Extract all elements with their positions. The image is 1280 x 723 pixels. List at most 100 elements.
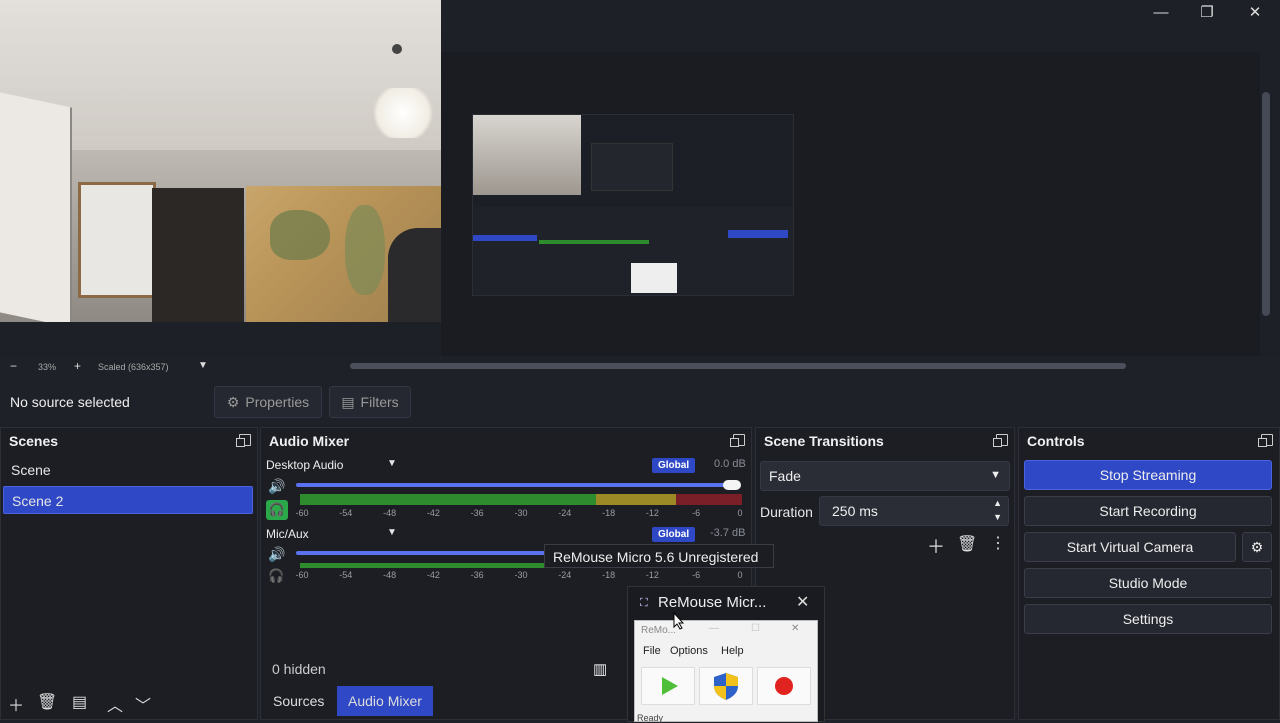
scene-item[interactable]: Scene	[3, 456, 253, 484]
remouse-taskbar-title: ReMouse Micr...	[658, 594, 767, 611]
chevron-down-icon[interactable]: ▼	[387, 527, 397, 538]
meter-tick-label: -18	[602, 508, 616, 518]
chevron-up-icon[interactable]: ▲	[993, 498, 1002, 508]
undock-icon[interactable]	[1258, 434, 1273, 447]
mixer-layout-icon[interactable]: ▥	[593, 660, 607, 678]
filters-label: Filters	[360, 394, 399, 410]
move-down-icon[interactable]: ﹀	[135, 692, 151, 716]
properties-label: Properties	[245, 394, 310, 410]
db-readout: 0.0 dB	[714, 458, 746, 470]
play-button[interactable]	[641, 667, 695, 705]
scene-label: Scene 2	[12, 493, 64, 509]
move-up-icon[interactable]: ︿	[107, 692, 123, 716]
meter-tick-label: -30	[514, 508, 528, 518]
menu-help[interactable]: Help	[721, 645, 744, 657]
tab-label: Sources	[273, 693, 325, 709]
add-transition-icon[interactable]: ＋	[927, 533, 945, 559]
remouse-app-icon: ⛶	[640, 597, 648, 609]
meter-tick-label: -6	[692, 508, 701, 518]
transition-select[interactable]: Fade ▼	[760, 461, 1010, 491]
close-window-button[interactable]: ✕	[1232, 0, 1278, 24]
context-bar	[0, 382, 1280, 422]
gear-icon: ⚙	[1250, 538, 1264, 555]
scale-label: Scaled (636x357)	[98, 362, 169, 372]
more-options-icon[interactable]: ⋮	[990, 533, 1006, 553]
filter-icon: ▤	[341, 393, 355, 410]
filters-button[interactable]: ▤ Filters	[329, 386, 411, 418]
chevron-down-icon[interactable]: ▼	[993, 512, 1002, 522]
studio-mode-button[interactable]: Studio Mode	[1024, 568, 1272, 598]
meter-tick-label: -42	[426, 508, 440, 518]
headphone-off-icon[interactable]: 🎧	[268, 568, 284, 584]
tab-audio-mixer[interactable]: Audio Mixer	[337, 686, 433, 716]
volume-slider[interactable]	[296, 483, 736, 487]
trash-icon[interactable]: 🗑	[37, 692, 57, 712]
chevron-down-icon[interactable]: ▼	[387, 458, 397, 469]
volume-slider-knob[interactable]	[723, 480, 741, 490]
undock-icon[interactable]	[730, 434, 745, 447]
trash-icon[interactable]: 🗑	[957, 534, 977, 554]
button-label: Settings	[1122, 611, 1174, 627]
channel-name-desktop-audio: Desktop Audio	[266, 458, 344, 472]
meter-tick-label: -36	[470, 508, 484, 518]
meter-tick-label: -36	[470, 570, 484, 580]
shield-icon	[714, 673, 738, 700]
meter-tick-label: -54	[339, 570, 353, 580]
gear-icon: ⚙	[226, 393, 240, 410]
no-source-label: No source selected	[10, 394, 130, 410]
audio-mixer-title: Audio Mixer	[269, 433, 350, 449]
record-button[interactable]	[757, 667, 811, 705]
meter-tick-label: -42	[426, 570, 440, 580]
minimize-icon: —	[1153, 3, 1169, 21]
undock-icon[interactable]	[993, 434, 1008, 447]
start-recording-button[interactable]: Start Recording	[1024, 496, 1272, 526]
db-readout: -3.7 dB	[710, 527, 746, 539]
mouse-cursor-icon	[673, 612, 685, 630]
menu-options[interactable]: Options	[670, 645, 708, 657]
remouse-inner-title: ReMo...	[641, 625, 677, 636]
meter-tick-label: -18	[602, 570, 616, 580]
speaker-icon[interactable]: 🔊	[268, 546, 285, 563]
scene-item-selected[interactable]: Scene 2	[3, 486, 253, 514]
properties-button[interactable]: ⚙ Properties	[214, 386, 322, 418]
chevron-down-icon: ▼	[990, 469, 1001, 481]
volume-slider[interactable]	[296, 551, 546, 555]
meter-tick-label: -12	[645, 570, 659, 580]
zoom-in-button[interactable]: +	[74, 359, 81, 373]
meter-tick-label: -60	[295, 508, 309, 518]
close-icon[interactable]: ✕	[796, 592, 809, 612]
close-icon: ✕	[791, 623, 800, 634]
global-badge: Global	[652, 527, 696, 542]
duration-field[interactable]: 250 ms ▲ ▼	[819, 496, 1009, 526]
webcam-source-preview	[0, 0, 441, 322]
settings-button[interactable]: Settings	[1024, 604, 1272, 634]
chevron-down-icon[interactable]: ▼	[198, 360, 208, 371]
virtual-camera-settings-button[interactable]: ⚙	[1242, 532, 1272, 562]
audio-meter-green	[300, 494, 596, 505]
button-label: Studio Mode	[1108, 575, 1188, 591]
preview-horizontal-scrollbar[interactable]	[350, 363, 1126, 369]
duration-label: Duration	[760, 504, 813, 520]
minimize-button[interactable]: —	[1138, 0, 1184, 24]
meter-tick-label: -12	[645, 508, 659, 518]
scenes-title: Scenes	[9, 433, 59, 449]
remouse-window-thumbnail: ReMo... — ☐ ✕ File Options Help Ready	[634, 620, 818, 723]
hidden-count: 0 hidden	[272, 661, 326, 677]
speaker-icon[interactable]: 🔊	[268, 478, 285, 495]
scene-filters-icon[interactable]: ▤	[72, 692, 87, 712]
shield-button[interactable]	[699, 667, 753, 705]
menu-file[interactable]: File	[643, 645, 661, 657]
meter-tick-label: -30	[514, 570, 528, 580]
tab-sources[interactable]: Sources	[262, 686, 335, 716]
headphone-icon[interactable]: 🎧	[266, 500, 288, 520]
record-icon	[775, 677, 793, 695]
button-label: Start Recording	[1099, 503, 1197, 519]
start-virtual-camera-button[interactable]: Start Virtual Camera	[1024, 532, 1236, 562]
meter-tick-label: -54	[339, 508, 353, 518]
undock-icon[interactable]	[236, 434, 251, 447]
maximize-button[interactable]: ❐	[1184, 0, 1230, 24]
preview-vertical-scrollbar[interactable]	[1262, 92, 1270, 316]
zoom-out-button[interactable]: −	[10, 359, 17, 373]
stop-streaming-button[interactable]: Stop Streaming	[1024, 460, 1272, 490]
add-scene-icon[interactable]: ＋	[8, 692, 24, 716]
